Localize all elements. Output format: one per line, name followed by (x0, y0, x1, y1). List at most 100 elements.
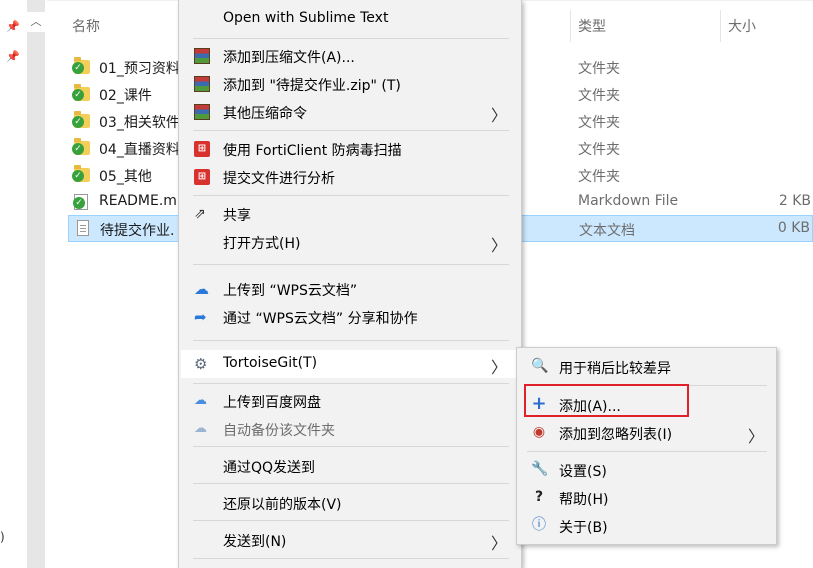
chevron-right-icon: 〉 (490, 358, 507, 377)
menu-item-label: 添加到压缩文件(A)... (223, 50, 355, 66)
submenu-item-label: 用于稍后比较差异 (559, 361, 671, 377)
file-type: 文件夹 (578, 142, 620, 158)
menu-item-label: 使用 FortiClient 防病毒扫描 (223, 143, 402, 159)
menu-separator (193, 446, 509, 447)
menu-item-label: 添加到 "待提交作业.zip" (T) (223, 78, 401, 94)
submenu-item-help[interactable]: ? 帮助(H) (519, 484, 774, 512)
menu-item-send-qq[interactable]: 通过QQ发送到 (181, 452, 519, 480)
submenu-item-settings[interactable]: 🔧 设置(S) (519, 456, 774, 484)
folder-icon: ✓ (72, 138, 90, 155)
text-document-icon (77, 220, 89, 236)
file-type: 文本文档 (579, 223, 635, 239)
menu-item-label: 打开方式(H) (223, 236, 301, 252)
submenu-item-add-ignore[interactable]: ◉ 添加到忽略列表(I) 〉 (519, 419, 774, 447)
forticlient-icon: ⊞ (194, 141, 210, 157)
menu-item-restore-versions[interactable]: 还原以前的版本(V) (181, 489, 519, 517)
ignore-eye-icon: ◉ (532, 424, 546, 440)
submenu-item-diff-later[interactable]: 🔍 用于稍后比较差异 (519, 353, 774, 381)
folder-icon: ✓ (72, 57, 90, 74)
file-type: 文件夹 (578, 169, 620, 185)
folder-icon: ✓ (72, 84, 90, 101)
file-name: 04_直播资料 (99, 142, 180, 158)
menu-item-label: 自动备份该文件夹 (223, 423, 335, 439)
highlight-annotation-box (524, 384, 689, 417)
file-name: README.m (99, 193, 177, 209)
menu-item-share-wps[interactable]: ➦ 通过 “WPS云文档” 分享和协作 (181, 303, 519, 331)
help-icon: ? (534, 489, 544, 505)
menu-item-forti-scan[interactable]: ⊞ 使用 FortiClient 防病毒扫描 (181, 135, 519, 163)
menu-item-label: 通过 “WPS云文档” 分享和协作 (223, 311, 418, 327)
menu-separator (193, 264, 509, 265)
folder-icon: ✓ (72, 111, 90, 128)
menu-item-upload-wps[interactable]: ☁ 上传到 “WPS云文档” (181, 275, 519, 303)
menu-item-other-compress[interactable]: 其他压缩命令 〉 (181, 98, 519, 126)
menu-item-label: 上传到 “WPS云文档” (223, 283, 358, 299)
file-name: 01_预习资料 (99, 61, 180, 77)
menu-separator (193, 340, 509, 341)
file-type: 文件夹 (578, 88, 620, 104)
winrar-icon (194, 48, 210, 64)
menu-item-submit-analysis[interactable]: ⊞ 提交文件进行分析 (181, 163, 519, 191)
menu-item-send-to[interactable]: 发送到(N) 〉 (181, 526, 519, 554)
menu-item-label: 提交文件进行分析 (223, 171, 335, 187)
menu-item-auto-backup: ☁ 自动备份该文件夹 (181, 415, 519, 443)
column-header-name[interactable]: 名称 (72, 16, 100, 36)
menu-item-label: 共享 (223, 208, 251, 224)
menu-item-upload-baidu[interactable]: ☁ 上传到百度网盘 (181, 387, 519, 415)
file-size: 0 KB (777, 220, 810, 236)
submenu-item-label: 帮助(H) (559, 492, 609, 508)
menu-separator (193, 520, 509, 521)
git-check-icon: ✓ (72, 62, 84, 74)
submenu-item-label: 设置(S) (559, 464, 607, 480)
menu-separator (193, 38, 509, 39)
git-check-icon: ✓ (72, 170, 84, 182)
menu-separator (193, 130, 509, 131)
menu-item-label: 上传到百度网盘 (223, 395, 321, 411)
tortoisegit-submenu: 🔍 用于稍后比较差异 + 添加(A)... ◉ 添加到忽略列表(I) 〉 🔧 设… (516, 347, 777, 545)
info-icon: ⓘ (532, 517, 546, 533)
submenu-item-label: 关于(B) (559, 520, 608, 536)
menu-separator (193, 558, 509, 559)
menu-item-tortoisegit[interactable]: ⚙ TortoiseGit(T) 〉 (181, 350, 519, 378)
menu-item-open-sublime[interactable]: Open with Sublime Text (181, 5, 519, 33)
forticlient-icon: ⊞ (194, 169, 210, 185)
column-header-size[interactable]: 大小 (728, 16, 756, 36)
wrench-icon: 🔧 (531, 461, 549, 477)
chevron-up-icon[interactable]: ︿ (27, 12, 45, 32)
winrar-icon (194, 76, 210, 92)
context-menu: Open with Sublime Text 添加到压缩文件(A)... 添加到… (178, 0, 522, 568)
menu-separator (193, 383, 509, 384)
column-separator[interactable] (570, 10, 571, 42)
pin-icon[interactable]: 📌 (6, 20, 20, 33)
file-name: 02_课件 (99, 88, 152, 104)
nav-scrollbar[interactable]: ︿ (27, 0, 45, 568)
menu-item-share[interactable]: ⇗ 共享 (181, 200, 519, 228)
column-header-type[interactable]: 类型 (578, 16, 606, 36)
file-name: 待提交作业. (100, 223, 175, 239)
menu-item-add-archive[interactable]: 添加到压缩文件(A)... (181, 42, 519, 70)
file-size: 2 KB (778, 193, 811, 209)
file-type: Markdown File (578, 193, 679, 209)
git-check-icon: ✓ (72, 89, 84, 101)
file-name: 05_其他 (99, 169, 152, 185)
column-separator[interactable] (720, 10, 721, 42)
submenu-item-about[interactable]: ⓘ 关于(B) (519, 512, 774, 540)
menu-item-label: 通过QQ发送到 (223, 460, 316, 476)
file-type: 文件夹 (578, 61, 620, 77)
baidu-netdisk-icon: ☁ (194, 393, 207, 408)
menu-item-open-with[interactable]: 打开方式(H) 〉 (181, 228, 519, 256)
file-name: 03_相关软件 (99, 115, 180, 131)
menu-item-label: 还原以前的版本(V) (223, 497, 342, 513)
share-icon: ⇗ (194, 206, 206, 222)
folder-icon: ✓ (72, 165, 90, 182)
git-check-icon: ✓ (72, 143, 84, 155)
menu-item-label: Open with Sublime Text (223, 10, 389, 26)
file-type: 文件夹 (578, 115, 620, 131)
menu-item-add-zip[interactable]: 添加到 "待提交作业.zip" (T) (181, 70, 519, 98)
menu-separator (193, 195, 509, 196)
baidu-netdisk-icon: ☁ (194, 421, 207, 436)
chevron-right-icon: 〉 (490, 236, 507, 255)
menu-item-label: TortoiseGit(T) (223, 355, 318, 371)
markdown-file-icon: ✓ (73, 194, 88, 210)
pin-icon[interactable]: 📌 (6, 50, 20, 63)
